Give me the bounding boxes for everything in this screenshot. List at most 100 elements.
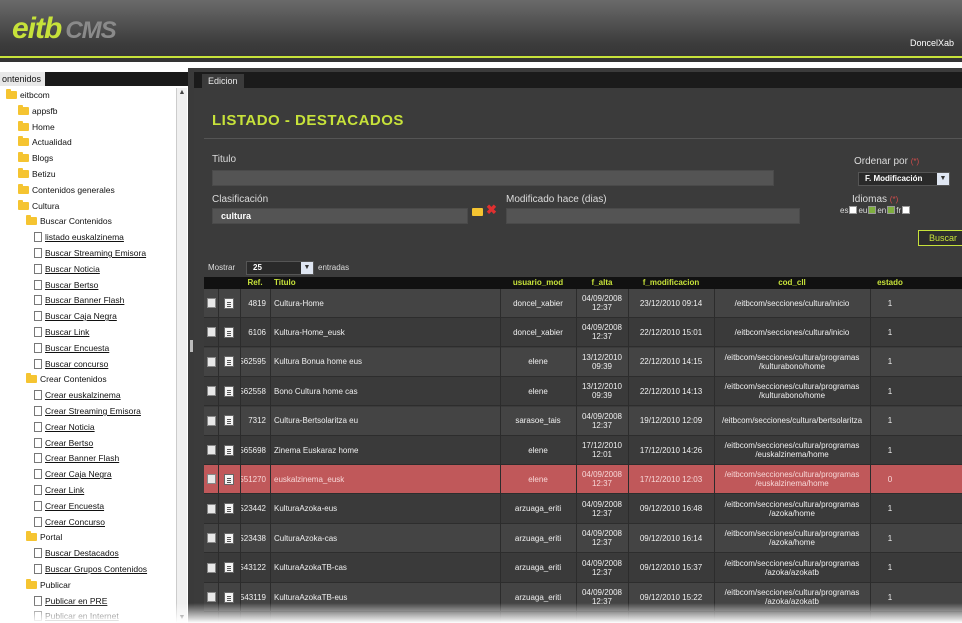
document-icon	[34, 485, 42, 495]
tree-item[interactable]: Blogs	[18, 151, 53, 165]
column-header[interactable]	[204, 277, 218, 289]
edit-cell	[204, 348, 218, 376]
column-header[interactable]	[218, 277, 240, 289]
folder-browse-icon[interactable]	[472, 208, 483, 216]
clasificacion-input[interactable]: cultura	[212, 208, 468, 224]
chevron-down-icon[interactable]: ▼	[937, 173, 949, 185]
tree-item[interactable]: eitbcom	[6, 88, 50, 102]
tree-item[interactable]: Buscar Noticia	[34, 262, 100, 276]
current-user[interactable]: DoncelXab	[910, 38, 954, 48]
tree-item[interactable]: Portal	[26, 530, 62, 544]
splitter-grip-icon[interactable]	[190, 340, 193, 352]
tree-item[interactable]: Buscar Caja Negra	[34, 309, 117, 323]
edit-icon[interactable]	[206, 386, 216, 397]
edit-icon[interactable]	[206, 327, 216, 338]
column-header[interactable]: Ref.	[240, 277, 270, 289]
tree-item[interactable]: Actualidad	[18, 135, 72, 149]
edit-icon[interactable]	[206, 562, 216, 573]
tree-item[interactable]: Crear Concurso	[34, 515, 105, 529]
table-row[interactable]: 543119 KulturaAzokaTB-eus arzuaga_eriti 04/…	[204, 583, 962, 612]
edit-icon[interactable]	[206, 474, 216, 485]
tree-item[interactable]: Buscar Encuesta	[34, 341, 109, 355]
column-header[interactable]: cod_cll	[714, 277, 870, 289]
view-document-icon[interactable]	[224, 385, 234, 397]
scroll-up-icon[interactable]: ▲	[177, 88, 187, 98]
tree-item[interactable]: listado euskalzinema	[34, 230, 124, 244]
view-document-icon[interactable]	[224, 503, 234, 515]
buscar-button[interactable]: Buscar	[918, 230, 962, 246]
table-row[interactable]: 7312 Cultura-Bertsolaritza eu sarasoe_tais…	[204, 406, 962, 436]
column-header[interactable]: f_modificacion	[628, 277, 714, 289]
tree-item[interactable]: Crear Bertso	[34, 436, 93, 450]
table-row[interactable]: 562558 Bono Cultura home cas elene 13/12/20…	[204, 377, 962, 407]
titulo-input[interactable]	[212, 170, 774, 186]
tree-item[interactable]: Buscar Grupos Contenidos	[34, 562, 147, 576]
table-row[interactable]: 523442 KulturaAzoka-eus arzuaga_eriti 04/09…	[204, 494, 962, 524]
ordenar-select[interactable]: F. Modificación ▼	[858, 172, 950, 186]
view-document-icon[interactable]	[224, 356, 234, 368]
view-document-icon[interactable]	[224, 473, 234, 485]
tree-item[interactable]: Publicar en Internet	[34, 609, 119, 623]
tree-scrollbar[interactable]: ▲ ▼	[176, 88, 187, 623]
scroll-down-icon[interactable]: ▼	[177, 613, 187, 623]
edit-icon[interactable]	[206, 356, 216, 367]
tree-item[interactable]: Crear Banner Flash	[34, 451, 119, 465]
view-document-icon[interactable]	[224, 297, 234, 309]
language-checkbox[interactable]	[902, 206, 911, 214]
cell-ref: 543119	[240, 592, 266, 602]
column-header[interactable]: estado	[870, 277, 910, 289]
tree-item[interactable]: Publicar en PRE	[34, 594, 107, 608]
tree-item[interactable]: Betizu	[18, 167, 56, 181]
table-row[interactable]: 551270 euskalzinema_eusk elene 04/09/2008 1…	[204, 465, 962, 495]
view-document-icon[interactable]	[224, 326, 234, 338]
column-header[interactable]: f_alta	[576, 277, 628, 289]
tree-item[interactable]: Crear Contenidos	[26, 372, 107, 386]
tree-item[interactable]: Contenidos generales	[18, 183, 115, 197]
tree-item[interactable]: Crear Encuesta	[34, 499, 104, 513]
tree-item[interactable]: Crear Link	[34, 483, 84, 497]
entries-select[interactable]: 25 ▼	[246, 261, 314, 275]
chevron-down-icon[interactable]: ▼	[301, 262, 313, 274]
edit-icon[interactable]	[206, 592, 216, 602]
language-checkbox[interactable]	[868, 206, 877, 214]
tree-item[interactable]: Crear Noticia	[34, 420, 95, 434]
view-document-icon[interactable]	[224, 532, 234, 544]
column-header[interactable]: Titulo	[270, 277, 500, 289]
table-row[interactable]: 6106 Kultura-Home_eusk doncel_xabier 04/09/…	[204, 318, 962, 348]
edit-icon[interactable]	[206, 445, 216, 455]
table-row[interactable]: 523438 CulturaAzoka-cas arzuaga_eriti 04/09…	[204, 524, 962, 554]
tree-item[interactable]: Buscar Destacados	[34, 546, 119, 560]
table-row[interactable]: 543122 KulturaAzokaTB-cas arzuaga_eriti 04/…	[204, 553, 962, 583]
tree-item[interactable]: Crear euskalzinema	[34, 388, 121, 402]
language-checkbox[interactable]	[887, 206, 896, 214]
tree-item[interactable]: Cultura	[18, 199, 59, 213]
tree-item[interactable]: Crear Caja Negra	[34, 467, 112, 481]
column-header[interactable]: usuario_mod	[500, 277, 576, 289]
edit-icon[interactable]	[206, 415, 216, 426]
edit-icon[interactable]	[206, 533, 216, 544]
edit-icon[interactable]	[206, 503, 216, 514]
table-row[interactable]: 562595 Kultura Bonua home eus elene 13/12/2…	[204, 347, 962, 377]
tab-edicion[interactable]: Edicion	[202, 74, 244, 88]
view-document-icon[interactable]	[224, 562, 234, 574]
tab-contenidos[interactable]: ontenidos	[0, 72, 46, 86]
tree-item[interactable]: Publicar	[26, 578, 71, 592]
tree-item[interactable]: Home	[18, 120, 55, 134]
tree-item[interactable]: Buscar Contenidos	[26, 214, 112, 228]
tree-item[interactable]: Buscar Link	[34, 325, 89, 339]
tree-item[interactable]: appsfb	[18, 104, 58, 118]
clear-icon[interactable]: ✖	[486, 203, 497, 217]
modificado-input[interactable]	[506, 208, 800, 224]
language-checkbox[interactable]	[849, 206, 858, 214]
tree-item[interactable]: Buscar Banner Flash	[34, 293, 124, 307]
table-row[interactable]: 565698 Zinema Euskaraz home elene 17/12/201…	[204, 436, 962, 465]
tree-item[interactable]: Buscar Streaming Emisora	[34, 246, 146, 260]
tree-item[interactable]: Buscar concurso	[34, 357, 108, 371]
view-document-icon[interactable]	[224, 415, 234, 427]
view-document-icon[interactable]	[224, 591, 234, 603]
tree-item[interactable]: Buscar Bertso	[34, 278, 98, 292]
table-row[interactable]: 4819 Cultura-Home doncel_xabier 04/09/2008 …	[204, 289, 962, 318]
view-document-icon[interactable]	[224, 444, 234, 456]
edit-icon[interactable]	[206, 298, 216, 308]
tree-item[interactable]: Crear Streaming Emisora	[34, 404, 141, 418]
